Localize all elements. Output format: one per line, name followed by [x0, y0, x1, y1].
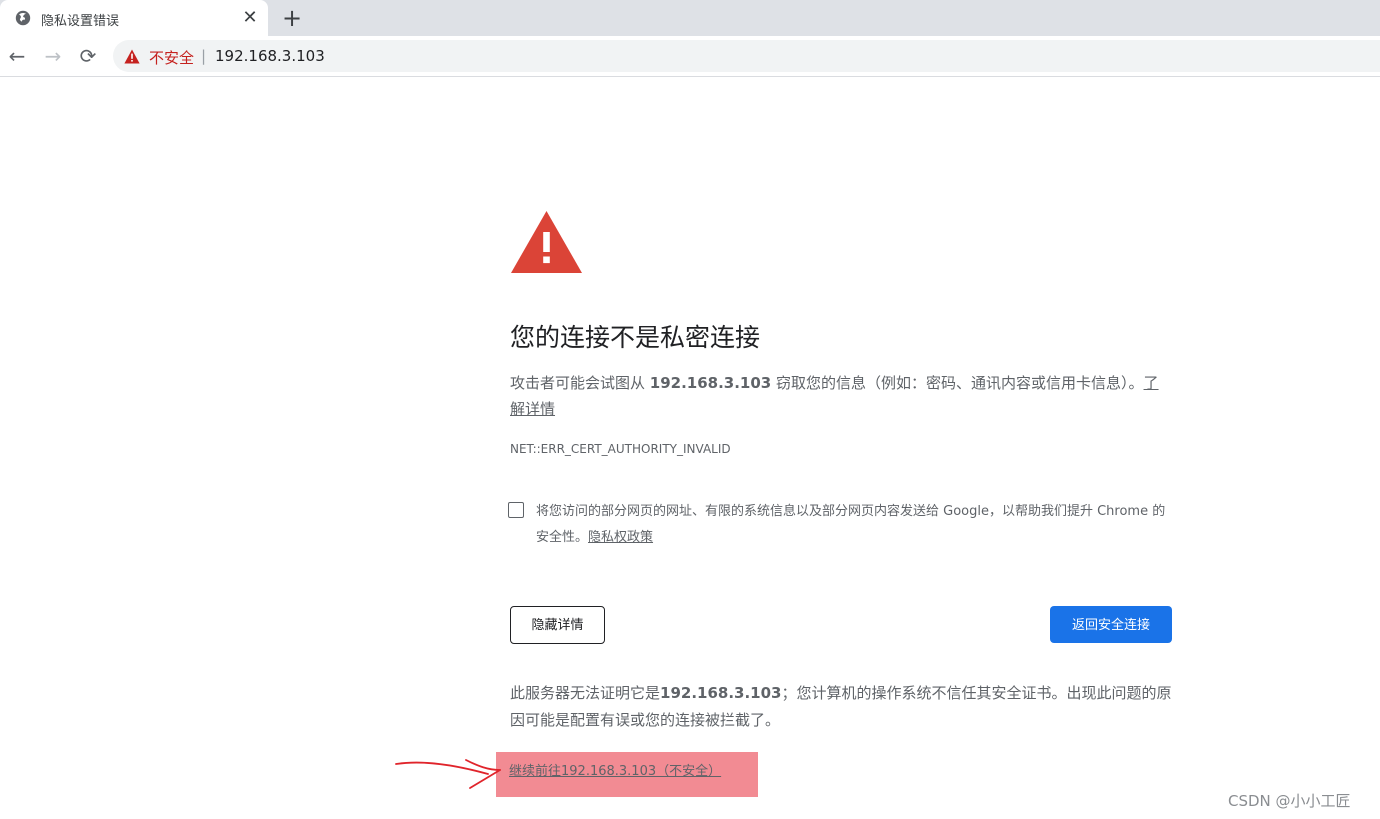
- tab-title: 隐私设置错误: [41, 14, 120, 29]
- omnibox-separator: |: [201, 47, 207, 65]
- error-code: NET::ERR_CERT_AUTHORITY_INVALID: [510, 442, 731, 456]
- new-tab-button[interactable]: +: [278, 4, 306, 32]
- close-icon[interactable]: ✕: [238, 6, 262, 30]
- warning-icon[interactable]: [124, 49, 140, 64]
- url-text[interactable]: 192.168.3.103: [215, 47, 325, 65]
- globe-icon: [15, 10, 31, 26]
- address-bar[interactable]: 不安全 | 192.168.3.103: [113, 40, 1380, 72]
- toolbar: ← → ⟳ 不安全 | 192.168.3.103: [0, 36, 1380, 77]
- explanation-host: 192.168.3.103: [649, 374, 772, 392]
- explanation-text: 攻击者可能会试图从 192.168.3.103 窃取您的信息（例如：密码、通讯内…: [510, 370, 1160, 422]
- tab-strip: 隐私设置错误 ✕ +: [0, 0, 1380, 36]
- warning-triangle-icon: [511, 211, 582, 273]
- hide-details-button[interactable]: 隐藏详情: [510, 606, 605, 644]
- details-text: 此服务器无法证明它是192.168.3.103；您计算机的操作系统不信任其安全证…: [510, 680, 1175, 734]
- detail-host: 192.168.3.103: [660, 684, 782, 702]
- reload-button[interactable]: ⟳: [74, 42, 102, 70]
- annotation-arrow-icon: [395, 759, 501, 789]
- tab-privacy-error[interactable]: 隐私设置错误 ✕: [0, 0, 268, 36]
- explanation-pre: 攻击者可能会试图从: [510, 374, 650, 392]
- report-label: 将您访问的部分网页的网址、有限的系统信息以及部分网页内容发送给 Google，以…: [536, 499, 1176, 551]
- forward-button[interactable]: →: [39, 42, 67, 70]
- privacy-policy-link[interactable]: 隐私权政策: [588, 530, 653, 545]
- not-secure-label[interactable]: 不安全: [149, 47, 194, 68]
- explanation-post: 窃取您的信息（例如：密码、通讯内容或信用卡信息）。: [771, 374, 1144, 392]
- back-to-safety-button[interactable]: 返回安全连接: [1050, 606, 1172, 643]
- page-title: 您的连接不是私密连接: [510, 323, 761, 352]
- report-checkbox[interactable]: [508, 502, 524, 518]
- detail-pre: 此服务器无法证明它是: [510, 684, 661, 702]
- proceed-link[interactable]: 继续前往192.168.3.103（不安全）: [509, 760, 721, 779]
- back-button[interactable]: ←: [3, 42, 31, 70]
- watermark: CSDN @小小工匠: [1228, 792, 1351, 810]
